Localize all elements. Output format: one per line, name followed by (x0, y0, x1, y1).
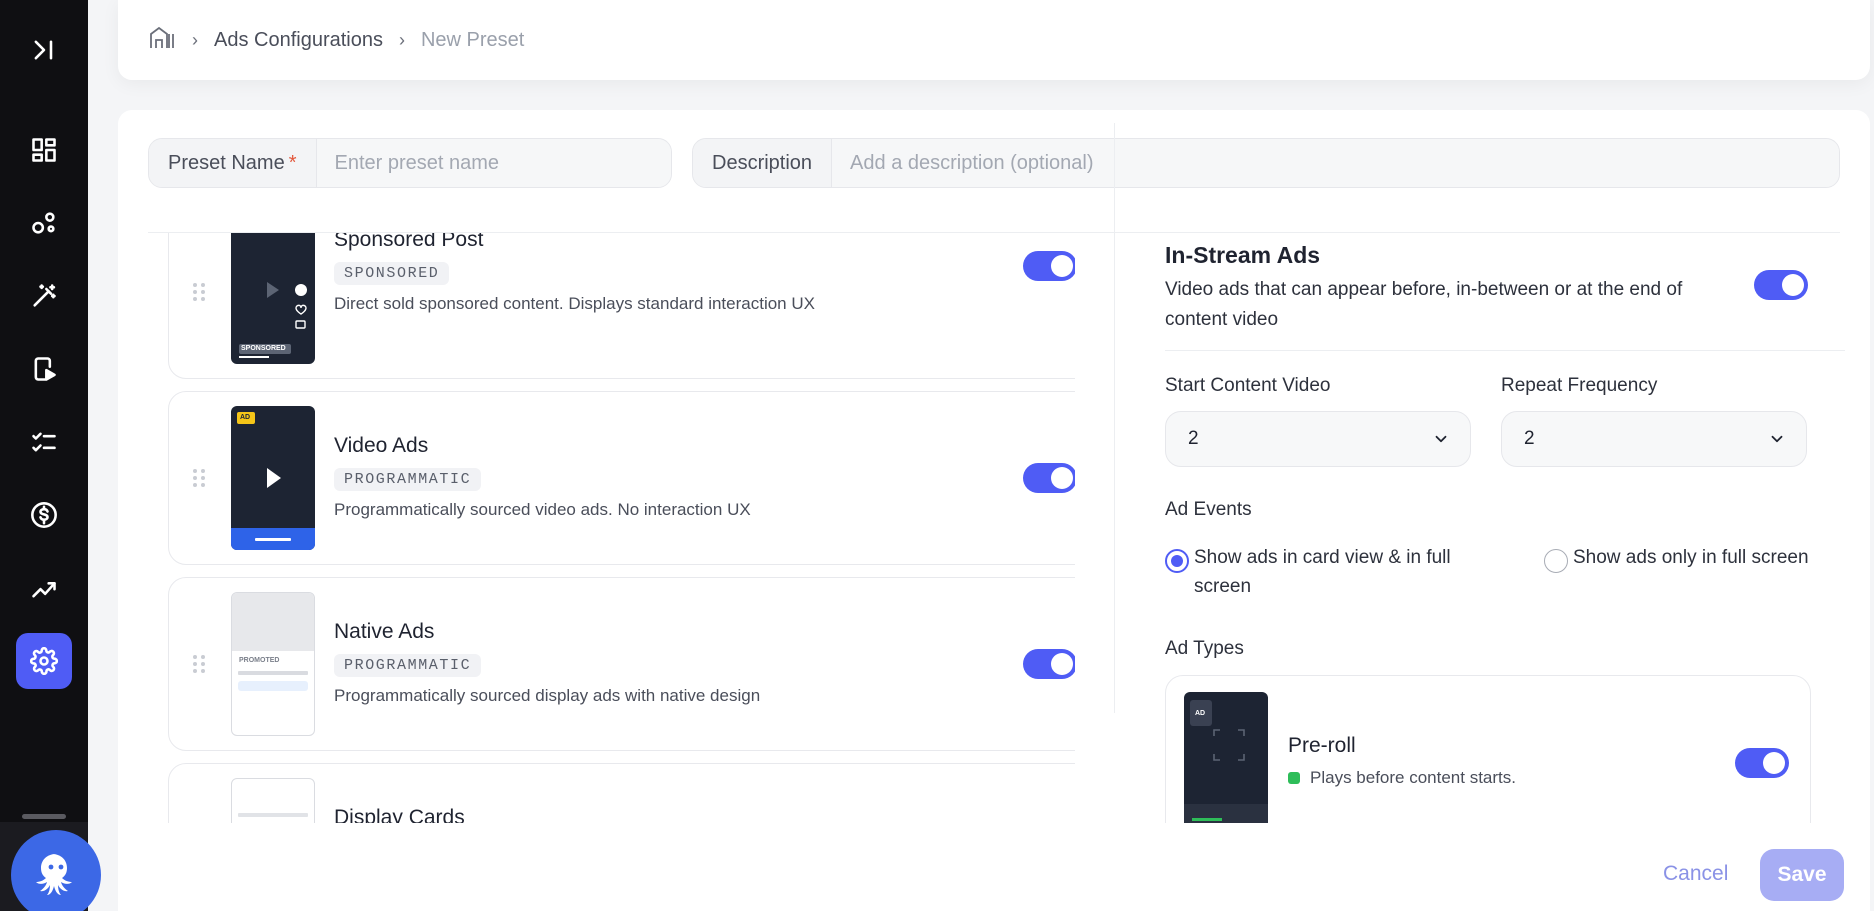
sponsored-post-thumbnail: SPONSORED (231, 233, 315, 364)
thumb-label: AD (1195, 710, 1206, 717)
ad-description: Programmatically sourced display ads wit… (334, 686, 761, 705)
sidebar-item-monetization[interactable] (16, 487, 72, 543)
settings-icon (30, 647, 58, 675)
video-device-icon (34, 357, 56, 381)
description-label: Description (693, 139, 833, 187)
home-breadcrumb[interactable] (148, 24, 176, 57)
ad-type-title: Pre-roll (1288, 734, 1356, 757)
repeat-frequency-select[interactable]: 2 (1501, 411, 1807, 467)
ad-title: Video Ads (334, 434, 429, 457)
ad-type-description: Plays before content starts. (1288, 768, 1516, 788)
checklist-icon (32, 432, 56, 452)
thumb-label: PROMOTED (239, 657, 280, 664)
expand-sidebar-button[interactable] (16, 22, 72, 78)
home-building-icon (150, 26, 174, 48)
status-dot-icon (1288, 772, 1300, 784)
nodes-icon (32, 212, 55, 234)
ad-card-display-cards: Display Cards (168, 763, 1075, 823)
sidebar (0, 0, 88, 911)
start-content-video-select[interactable]: 2 (1165, 411, 1471, 467)
description-field: Description (692, 138, 1840, 188)
ad-description: Direct sold sponsored content. Displays … (334, 294, 815, 313)
native-ads-thumbnail: PROMOTED (231, 592, 315, 736)
radio-card-and-fullscreen-label[interactable]: Show ads in card view & in full screen (1194, 543, 1484, 601)
chevron-down-icon (1771, 435, 1783, 443)
sidebar-item-analytics[interactable] (16, 560, 72, 616)
ad-format-list: SPONSORED Sponsored Post SPONSORED Direc… (148, 233, 1075, 823)
chevron-right-icon: › (398, 29, 405, 50)
thumb-label: SPONSORED (241, 345, 286, 352)
repeat-frequency-label: Repeat Frequency (1501, 375, 1658, 396)
sidebar-item-settings[interactable] (16, 633, 72, 689)
avatar[interactable] (11, 830, 101, 911)
sidebar-item-dashboard[interactable] (16, 122, 72, 178)
ad-description: Programmatically sourced video ads. No i… (334, 500, 751, 519)
select-value: 2 (1188, 428, 1199, 449)
ad-badge: PROGRAMMATIC (334, 468, 482, 491)
native-ads-toggle[interactable] (1023, 649, 1075, 679)
pre-roll-thumbnail: AD (1184, 692, 1268, 823)
thumb-label: AD (240, 414, 251, 421)
ad-type-card-pre-roll: AD Pre-roll Plays before content starts. (1165, 675, 1811, 823)
ad-card-native-ads: PROMOTED Native Ads PROGRAMMATIC Program… (168, 577, 1075, 751)
breadcrumb-current: New Preset (420, 28, 525, 51)
select-value: 2 (1524, 428, 1535, 449)
description-input[interactable] (832, 139, 1839, 187)
cancel-button[interactable]: Cancel (1663, 862, 1728, 886)
chevron-down-icon (1435, 435, 1447, 443)
ad-title: Sponsored Post (334, 233, 484, 251)
ad-badge: PROGRAMMATIC (334, 654, 482, 677)
drag-handle-icon[interactable] (193, 469, 205, 487)
ad-events-label: Ad Events (1165, 499, 1252, 520)
preset-name-input[interactable] (316, 139, 671, 187)
start-content-video-label: Start Content Video (1165, 375, 1331, 396)
pre-roll-toggle[interactable] (1735, 748, 1789, 778)
octopus-logo-icon (36, 854, 72, 895)
video-ads-thumbnail: AD (231, 406, 315, 550)
drag-handle-icon[interactable] (193, 283, 205, 301)
ad-title: Display Cards (334, 806, 465, 823)
breadcrumb-ads-configurations[interactable]: Ads Configurations (214, 29, 383, 52)
video-ads-toggle[interactable] (1023, 463, 1075, 493)
sidebar-item-tasks[interactable] (16, 414, 72, 470)
chevron-right-icon: › (192, 29, 198, 50)
preset-name-field: Preset Name * (148, 138, 672, 188)
sidebar-item-videos[interactable] (16, 341, 72, 397)
preset-name-label: Preset Name * (149, 139, 317, 187)
radio-fullscreen-only-label[interactable]: Show ads only in full screen (1573, 543, 1845, 572)
instream-description: Video ads that can appear before, in-bet… (1165, 279, 1683, 330)
sponsored-post-toggle[interactable] (1023, 251, 1075, 281)
top-header: › Ads Configurations › New Preset (118, 0, 1870, 80)
ad-title: Native Ads (334, 620, 435, 643)
ad-types-label: Ad Types (1165, 638, 1244, 659)
video-preview-icon (231, 412, 315, 550)
panel-divider (1114, 123, 1115, 713)
instream-ads-toggle[interactable] (1754, 270, 1808, 300)
radio-fullscreen-only[interactable] (1544, 549, 1568, 573)
native-preview-icon (232, 593, 314, 691)
radio-card-and-fullscreen[interactable] (1165, 549, 1189, 573)
drag-handle-icon[interactable] (193, 655, 205, 673)
divider (1165, 350, 1845, 351)
expand-icon (34, 40, 53, 60)
sidebar-item-creative[interactable] (16, 268, 72, 324)
instream-ads-panel: In-Stream Ads Video ads that can appear … (1165, 233, 1845, 823)
display-cards-thumbnail (231, 778, 315, 823)
instream-title: In-Stream Ads (1165, 242, 1321, 268)
ad-card-video-ads: AD Video Ads PROGRAMMATIC Programmatical… (168, 391, 1075, 565)
trend-icon (32, 582, 56, 598)
display-preview-icon (238, 813, 308, 817)
ad-badge: SPONSORED (334, 262, 450, 285)
magic-wand-icon (33, 284, 56, 307)
sidebar-scroll-handle[interactable] (22, 814, 66, 819)
dollar-icon (31, 502, 57, 528)
sidebar-item-integrations[interactable] (16, 195, 72, 251)
ad-card-sponsored-post: SPONSORED Sponsored Post SPONSORED Direc… (168, 233, 1075, 379)
save-button[interactable]: Save (1760, 849, 1844, 901)
dashboard-icon (32, 138, 56, 162)
